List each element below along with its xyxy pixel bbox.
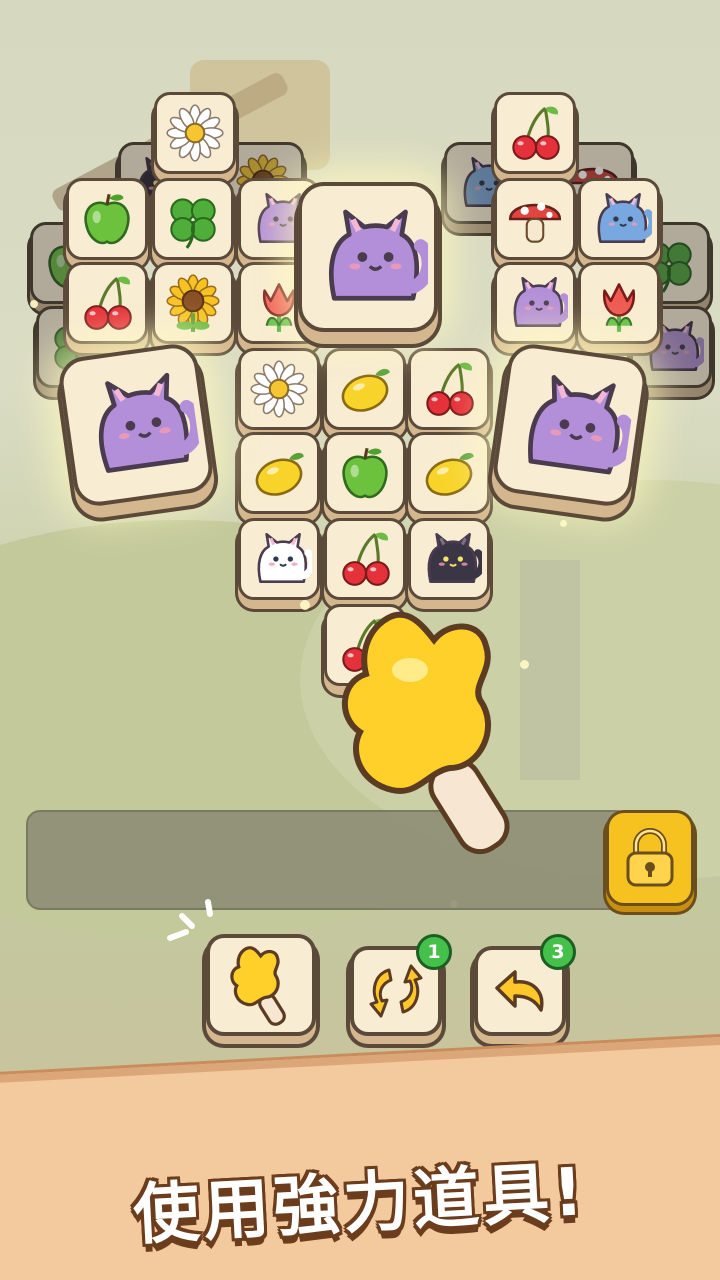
board-tile-lemon[interactable] [238,432,320,514]
apple-icon [342,447,388,499]
board-tile-cat-black[interactable] [408,518,490,600]
cat-purple-icon [98,372,204,473]
sparkle [300,600,310,610]
sunflower-icon [166,274,220,332]
board-tile-tulip[interactable] [578,262,660,344]
lemon-icon [255,452,304,496]
board-tile-mushroom[interactable] [494,178,576,260]
cherry-icon [84,276,132,330]
board-tile-lemon[interactable] [408,432,490,514]
shuffle-tool-button[interactable]: 1 [350,934,452,1036]
highlighted-tile-cat-purple[interactable] [56,340,216,510]
cherry-icon [512,106,560,160]
popsicle-icon [230,946,286,1026]
unlock-slot-button[interactable] [606,810,694,906]
cherry-icon [426,362,474,416]
undo-count-badge: 3 [540,934,576,970]
cat-purple-icon [513,276,568,327]
sparkle [30,300,38,308]
board-tile-cherry[interactable] [66,262,148,344]
board-tile-clover[interactable] [152,178,234,260]
board-tile-daisy[interactable] [238,348,320,430]
cat-black-icon [427,532,482,583]
board-tile-cherry[interactable] [324,518,406,600]
lemon-icon [341,368,390,412]
lemon-icon [425,452,474,496]
clover-icon [170,198,216,249]
shuffle-icon [369,964,423,1018]
mushroom-icon [508,202,562,243]
board-tile-daisy[interactable] [154,92,236,174]
highlighted-tile-cat-purple[interactable] [490,340,650,510]
board-tile-cherry[interactable] [494,92,576,174]
board-tile-sunflower[interactable] [152,262,234,344]
daisy-icon [250,360,308,418]
board-tile-lemon[interactable] [324,348,406,430]
board-tile-cat-white[interactable] [238,518,320,600]
daisy-icon [166,104,224,162]
board-tile-cat-purple[interactable] [494,262,576,344]
cat-purple-icon [329,209,428,301]
cat-purple-icon [528,374,636,475]
game-scene: 1 3 使用強力道具! [0,0,720,1280]
board-tile-apple[interactable] [324,432,406,514]
board-tile-cat-blue[interactable] [578,178,660,260]
apple-icon [84,193,130,245]
undo-icon [495,970,544,1012]
cat-white-icon [257,532,312,583]
sparkle [560,520,567,527]
tap-hint-icon [167,899,213,941]
cherry-icon [342,532,390,586]
undo-tool-button[interactable]: 3 [474,934,576,1036]
highlighted-tile-cat-purple[interactable] [298,182,438,332]
popsicle-tool-button[interactable] [206,934,316,1036]
tulip-icon [602,283,636,332]
board-tile-apple[interactable] [66,178,148,260]
shuffle-count-badge: 1 [416,934,452,970]
padlock-icon [626,828,674,887]
cat-blue-icon [597,192,652,243]
popsicle-powerup-icon [342,611,510,855]
board-tile-cherry[interactable] [408,348,490,430]
